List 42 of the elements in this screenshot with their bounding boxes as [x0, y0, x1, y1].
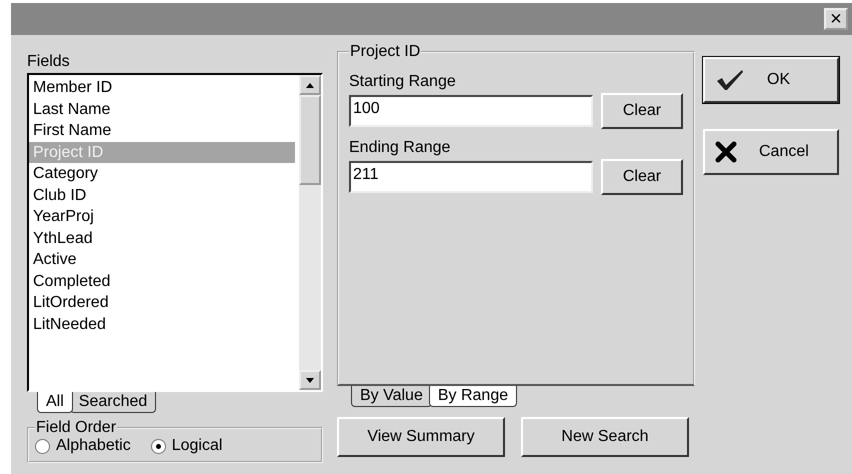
list-item[interactable]: Active	[29, 249, 299, 270]
clear-button[interactable]: Clear	[601, 159, 683, 195]
list-item[interactable]: Category	[29, 163, 299, 184]
radio-button[interactable]	[150, 438, 166, 454]
fields-listbox[interactable]: Member ID Last Name First Name Project ID Category Club ID YearProj YthLead Active Completed LitOrdered LitNeeded	[27, 73, 323, 392]
radio-option[interactable]: Logical	[150, 437, 222, 455]
input-field[interactable]: 211	[349, 161, 593, 193]
input-field[interactable]: 100	[349, 95, 593, 127]
up-arrow-icon	[306, 82, 314, 88]
checkmark-icon	[715, 68, 745, 92]
tab[interactable]: Searched	[70, 392, 156, 413]
scroll-thumb[interactable]	[299, 95, 321, 185]
list-item[interactable]: LitOrdered	[29, 292, 299, 314]
list-item[interactable]: YthLead	[29, 228, 299, 249]
list-item[interactable]: Completed	[29, 270, 299, 292]
down-arrow-icon	[306, 378, 314, 382]
list-item[interactable]: Club ID	[29, 184, 299, 206]
tab[interactable]: All	[37, 392, 73, 413]
list-item[interactable]: Last Name	[29, 98, 299, 120]
tab[interactable]: By Range	[428, 386, 518, 407]
radio-button[interactable]	[35, 438, 50, 454]
action-button[interactable]: New Search	[521, 417, 689, 457]
fields-label: Fields	[27, 53, 71, 71]
clear-button[interactable]: Clear	[601, 93, 683, 129]
list-item[interactable]: LitNeeded	[29, 314, 299, 335]
cross-icon	[715, 141, 737, 163]
scroll-down-button[interactable]	[299, 370, 321, 390]
tab[interactable]: By Value	[351, 386, 432, 407]
list-item[interactable]: First Name	[29, 120, 299, 142]
close-button[interactable]: ×	[824, 8, 848, 30]
cancel-button[interactable]: Cancel	[703, 129, 839, 175]
group-title: Field Order	[35, 419, 118, 437]
range-label: Starting Range	[349, 73, 457, 91]
range-label: Ending Range	[349, 139, 452, 157]
action-button[interactable]: View Summary	[337, 417, 505, 457]
scroll-up-button[interactable]	[299, 75, 321, 95]
list-item[interactable]: YearProj	[29, 206, 299, 228]
group-title: Project ID	[349, 43, 422, 61]
ok-button[interactable]: OK	[703, 57, 839, 103]
scrollbar[interactable]	[299, 75, 321, 390]
radio-option[interactable]: Alphabetic	[35, 437, 131, 455]
list-item[interactable]: Member ID	[29, 77, 299, 98]
